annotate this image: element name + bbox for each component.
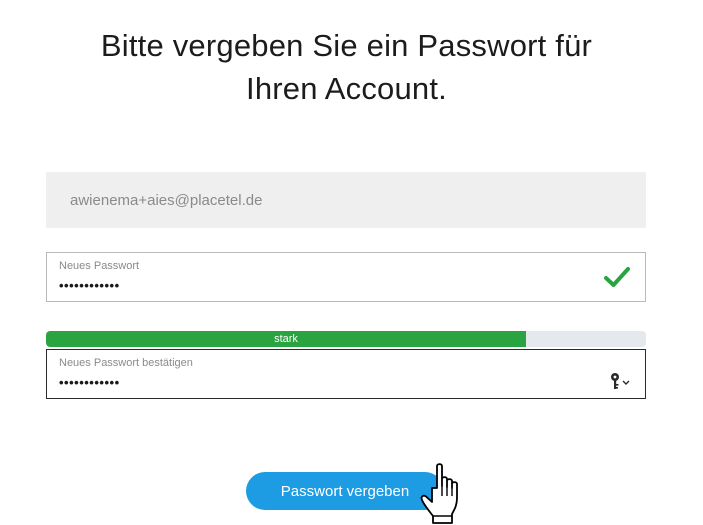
password-setup-page: Bitte vergeben Sie ein Passwort für Ihre… (0, 0, 703, 525)
page-title-line-2: Ihren Account. (246, 71, 447, 106)
new-password-field[interactable]: Neues Passwort •••••••••••• (46, 252, 646, 302)
key-icon[interactable] (609, 372, 631, 390)
hand-pointer-cursor-icon (420, 463, 458, 524)
confirm-password-label: Neues Passwort bestätigen (59, 357, 193, 369)
confirm-password-value[interactable]: •••••••••••• (59, 375, 120, 390)
page-title: Bitte vergeben Sie ein Passwort für Ihre… (0, 24, 693, 110)
page-title-line-1: Bitte vergeben Sie ein Passwort für (100, 28, 593, 63)
password-strength-meter: stark (46, 331, 646, 347)
submit-password-button[interactable]: Passwort vergeben (246, 472, 444, 510)
password-strength-label: stark (274, 333, 298, 345)
email-field: awienema+aies@placetel.de (46, 172, 646, 228)
confirm-password-field[interactable]: Neues Passwort bestätigen •••••••••••• (46, 349, 646, 399)
email-value: awienema+aies@placetel.de (70, 191, 263, 209)
new-password-value[interactable]: •••••••••••• (59, 278, 120, 293)
new-password-label: Neues Passwort (59, 260, 140, 272)
checkmark-icon (604, 267, 630, 287)
